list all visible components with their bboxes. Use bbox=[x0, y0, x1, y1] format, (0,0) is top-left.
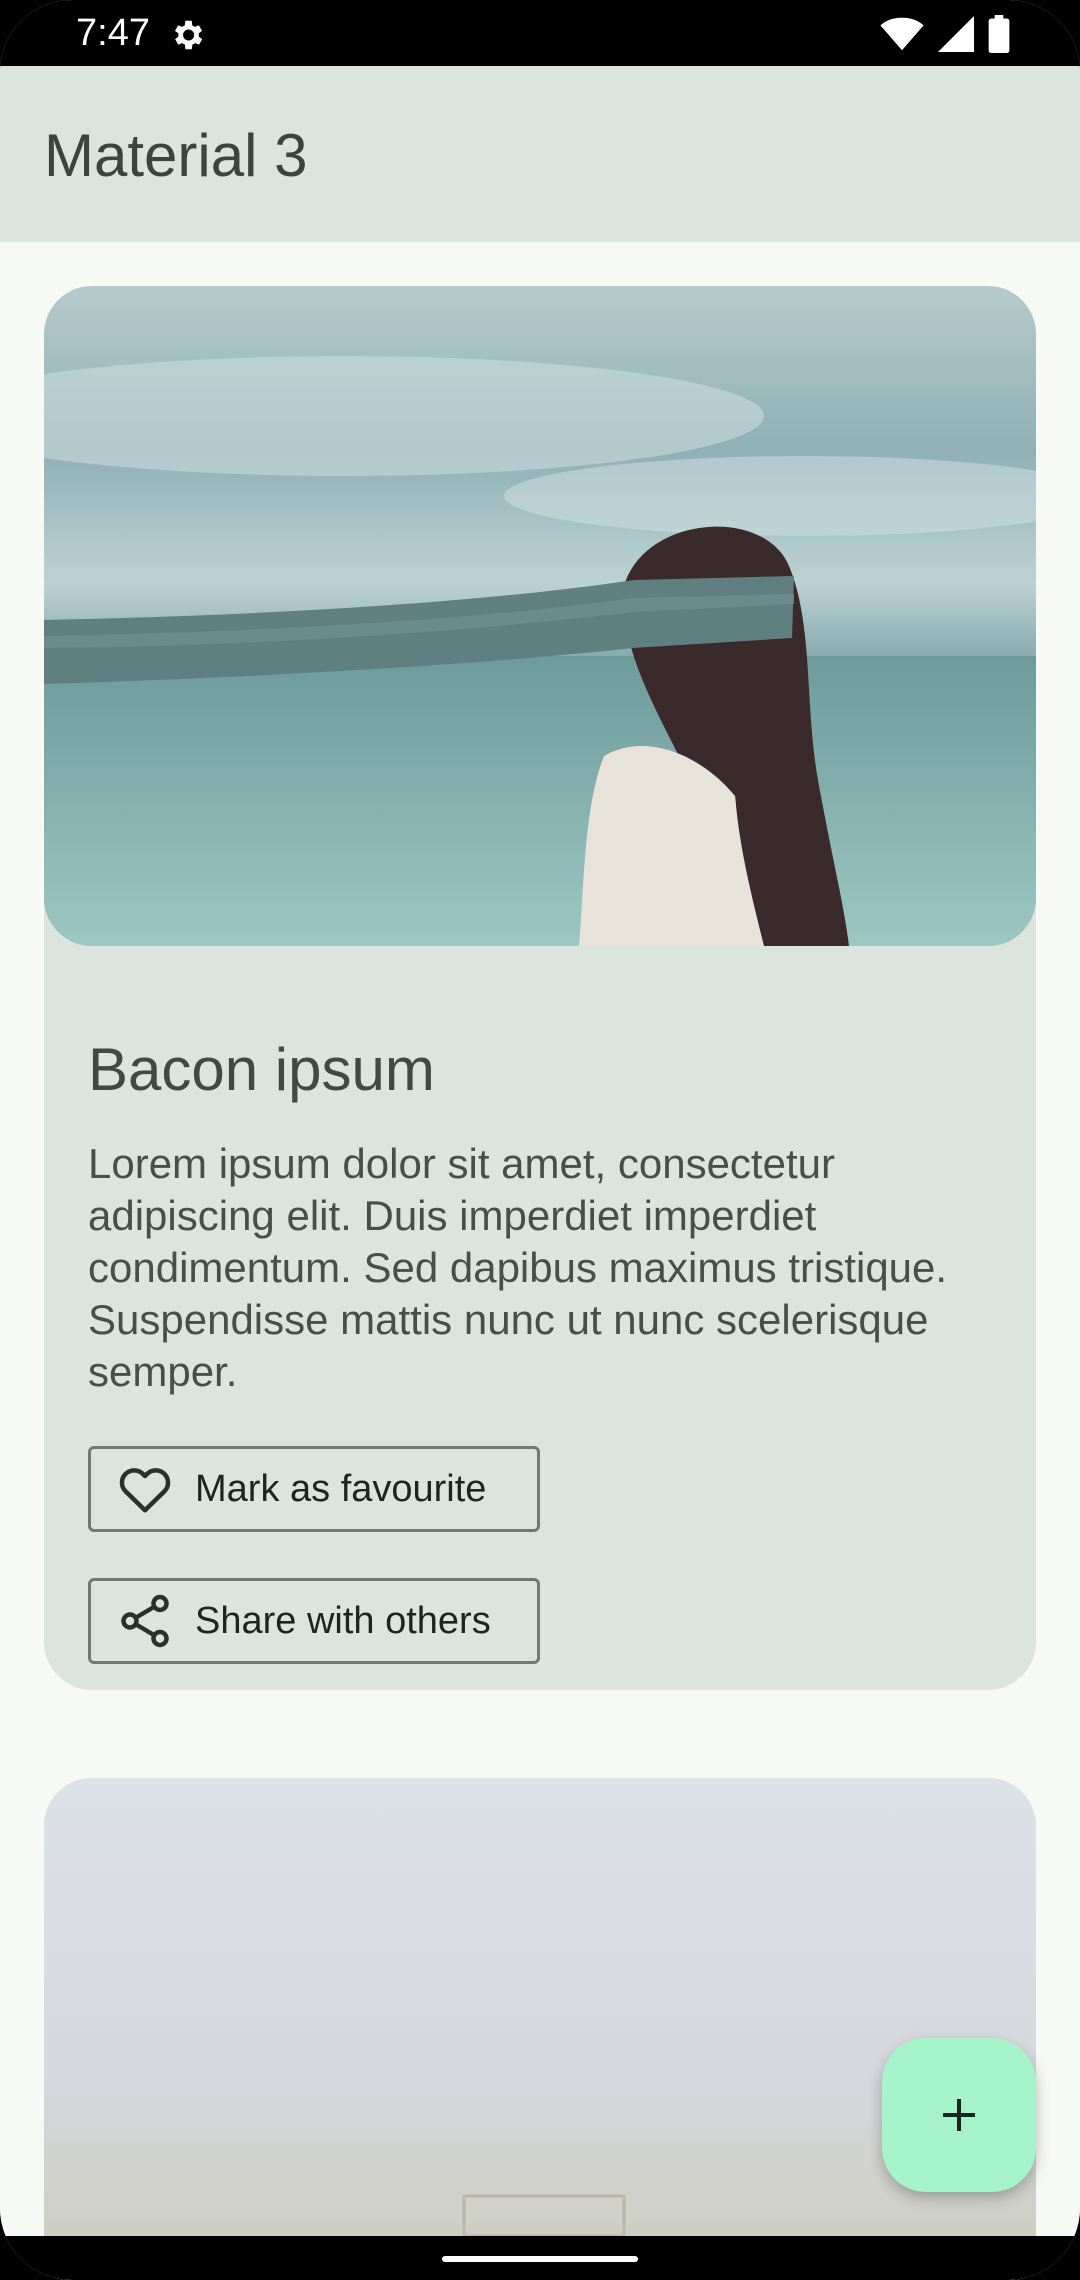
heart-outline-icon bbox=[119, 1468, 171, 1513]
card-image bbox=[44, 1778, 1036, 2280]
card-image bbox=[44, 286, 1036, 946]
misty-landscape-photo bbox=[44, 1778, 1036, 2280]
share-with-others-label: Share with others bbox=[195, 1599, 491, 1642]
card-list[interactable]: Bacon ipsum Lorem ipsum dolor sit amet, … bbox=[0, 242, 1080, 2280]
status-time: 7:47 bbox=[76, 12, 150, 54]
card[interactable]: Bacon ipsum Lorem ipsum dolor sit amet, … bbox=[44, 286, 1036, 1690]
woman-blindfold-sea-photo bbox=[44, 286, 1036, 946]
mark-as-favourite-button[interactable]: Mark as favourite bbox=[88, 1446, 540, 1532]
status-bar: 7:47 bbox=[0, 0, 1080, 66]
system-navigation-bar bbox=[0, 2236, 1080, 2280]
app-title: Material 3 bbox=[44, 122, 308, 189]
app-screen: 7:47 Material 3 Bacon ipsum Lorem ipsum … bbox=[0, 0, 1080, 2280]
plus-icon bbox=[943, 2099, 975, 2131]
status-icons bbox=[880, 14, 1010, 54]
card-body-text: Lorem ipsum dolor sit amet, consectetur … bbox=[88, 1140, 948, 1395]
add-fab-button[interactable] bbox=[882, 2038, 1036, 2192]
signal-icon bbox=[938, 16, 974, 52]
mark-as-favourite-label: Mark as favourite bbox=[195, 1467, 487, 1510]
share-icon bbox=[121, 1594, 169, 1648]
settings-gear-icon bbox=[174, 20, 203, 50]
top-app-bar: Material 3 bbox=[0, 66, 1080, 242]
card[interactable] bbox=[44, 1778, 1036, 2280]
wifi-icon bbox=[880, 17, 924, 51]
home-gesture-handle[interactable] bbox=[442, 2256, 638, 2262]
battery-icon bbox=[988, 15, 1010, 53]
card-title: Bacon ipsum bbox=[88, 1036, 435, 1103]
share-with-others-button[interactable]: Share with others bbox=[88, 1578, 540, 1664]
